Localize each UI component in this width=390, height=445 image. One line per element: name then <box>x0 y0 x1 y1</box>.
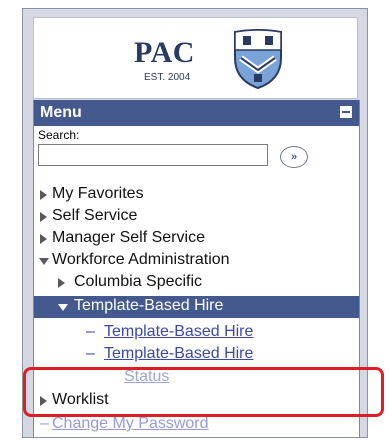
menu-item-label: Worklist <box>52 391 109 408</box>
triangle-right-icon <box>58 278 65 288</box>
menu-item-label: Columbia Specific <box>74 273 203 290</box>
menu-item-workforce-administration[interactable]: Workforce Administration <box>34 250 359 272</box>
logo-established: EST. 2004 <box>144 72 191 83</box>
menu-panel: Menu Search: » My Favorites Self Service… <box>33 100 360 437</box>
double-chevron-right-icon[interactable]: » <box>280 146 308 168</box>
menu-item-my-favorites[interactable]: My Favorites <box>34 184 359 206</box>
triangle-right-icon <box>40 212 47 222</box>
menu-item-label[interactable]: Template-Based Hire <box>104 345 253 363</box>
triangle-down-icon <box>58 304 68 311</box>
menu-item-self-service[interactable]: Self Service <box>34 206 359 228</box>
menu-item-template-based-hire-status-link[interactable]: – Template-Based Hire <box>34 344 359 366</box>
menu-item-worklist[interactable]: Worklist <box>34 390 359 412</box>
crest-icon <box>234 29 282 90</box>
menu-item-label: Manager Self Service <box>52 229 205 246</box>
triangle-right-icon <box>40 190 47 200</box>
menu-item-template-based-hire-link[interactable]: – Template-Based Hire <box>34 322 359 344</box>
search-input[interactable] <box>38 144 268 166</box>
menu-item-label: Template-Based Hire <box>74 297 224 314</box>
logo-name: PAC <box>134 36 195 69</box>
triangle-right-icon <box>40 396 47 406</box>
menu-title: Menu <box>40 104 82 121</box>
menu-header: Menu <box>34 100 359 126</box>
triangle-down-icon <box>39 258 49 265</box>
menu-item-label: Self Service <box>52 207 138 224</box>
menu-item-columbia-specific[interactable]: Columbia Specific <box>34 272 359 294</box>
menu-item-label: My Favorites <box>52 185 144 202</box>
menu-item-label[interactable]: Template-Based Hire <box>104 323 253 341</box>
logo-area: PAC EST. 2004 <box>33 17 358 99</box>
status-link[interactable]: Status <box>124 368 169 386</box>
change-my-password-link[interactable]: Change My Password <box>52 415 209 433</box>
menu-item-manager-self-service[interactable]: Manager Self Service <box>34 228 359 250</box>
search-label: Search: <box>38 128 80 142</box>
menu-item-label: Workforce Administration <box>52 251 230 268</box>
navigation-frame: PAC EST. 2004 Menu Search: » My Favorite… <box>22 8 368 438</box>
minus-icon[interactable] <box>339 105 353 119</box>
triangle-right-icon <box>40 234 47 244</box>
menu-item-template-based-hire-folder[interactable]: Template-Based Hire <box>34 296 359 318</box>
